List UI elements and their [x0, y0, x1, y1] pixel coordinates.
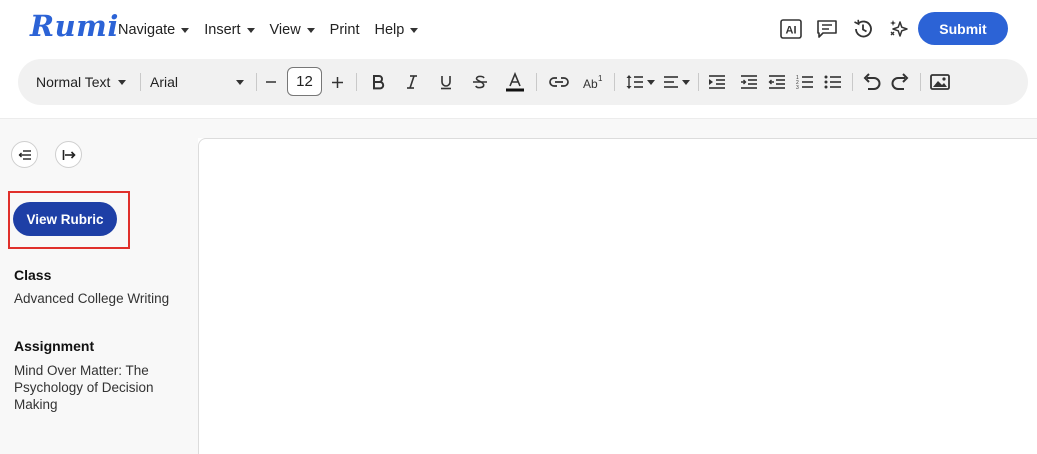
- bullet-list-icon[interactable]: [822, 59, 844, 105]
- caret-down-icon: [181, 27, 190, 33]
- text-color-icon[interactable]: [504, 59, 526, 105]
- menu-print-label: Print: [329, 22, 360, 38]
- menu-navigate[interactable]: Navigate: [118, 22, 190, 38]
- rumi-logo[interactable]: Rumi: [30, 9, 119, 43]
- class-heading: Class: [14, 267, 52, 283]
- caret-down-icon: [410, 27, 419, 33]
- caret-down-icon: [306, 27, 315, 33]
- underline-icon[interactable]: [436, 59, 456, 105]
- toolbar-divider: [852, 73, 853, 91]
- toolbar-divider: [614, 73, 615, 91]
- collapse-sidebar-icon[interactable]: [11, 141, 38, 168]
- sidebar: View Rubric Class Advanced College Writi…: [0, 119, 198, 454]
- font-family-value: Arial: [150, 74, 179, 90]
- caret-down-icon: [681, 79, 690, 85]
- caret-down-icon: [118, 79, 127, 85]
- link-icon[interactable]: [548, 59, 570, 105]
- svg-text:1: 1: [598, 74, 603, 83]
- increase-font-icon[interactable]: [328, 59, 346, 105]
- expand-panel-icon[interactable]: [55, 141, 82, 168]
- svg-text:3: 3: [796, 85, 799, 90]
- menu-print[interactable]: Print: [330, 22, 360, 38]
- document-editor[interactable]: [198, 138, 1037, 454]
- class-value: Advanced College Writing: [14, 291, 170, 306]
- font-family-select[interactable]: Arial: [150, 59, 250, 105]
- caret-down-icon: [246, 27, 255, 33]
- history-icon[interactable]: [845, 17, 881, 41]
- line-spacing-icon[interactable]: [624, 59, 656, 105]
- text-style-select[interactable]: Normal Text: [36, 59, 136, 105]
- toolbar-divider: [698, 73, 699, 91]
- indent-alt-icon[interactable]: [738, 59, 760, 105]
- svg-text:AI: AI: [786, 25, 797, 37]
- redo-icon[interactable]: [888, 59, 912, 105]
- decrease-font-icon[interactable]: [262, 59, 280, 105]
- outdent-icon[interactable]: [766, 59, 788, 105]
- toolbar-divider: [356, 73, 357, 91]
- toolbar-divider: [536, 73, 537, 91]
- ai-icon[interactable]: AI: [773, 17, 809, 41]
- assignment-value: Mind Over Matter: The Psychology of Deci…: [14, 363, 154, 412]
- caret-down-icon: [236, 79, 244, 85]
- text-style-value: Normal Text: [36, 74, 111, 90]
- top-bar: Rumi Navigate Insert View Print Help AI …: [0, 0, 1037, 56]
- superscript-icon[interactable]: Ab 1: [582, 59, 606, 105]
- submit-button[interactable]: Submit: [918, 12, 1008, 45]
- undo-icon[interactable]: [860, 59, 884, 105]
- top-icon-group: AI: [773, 17, 917, 41]
- menu-help-label: Help: [374, 22, 405, 38]
- menu-view[interactable]: View: [270, 22, 315, 38]
- editor-gutter: [198, 119, 1037, 138]
- menu-insert-label: Insert: [204, 22, 241, 38]
- italic-icon[interactable]: [402, 59, 422, 105]
- main-menu: Navigate Insert View Print Help: [118, 22, 433, 38]
- toolbar-divider: [920, 73, 921, 91]
- menu-help[interactable]: Help: [375, 22, 419, 38]
- svg-text:Ab: Ab: [583, 77, 598, 90]
- sparkle-icon[interactable]: [881, 17, 917, 41]
- view-rubric-button[interactable]: View Rubric: [13, 202, 117, 236]
- formatting-toolbar: Normal Text Arial 12 Ab 1 1 2 3: [18, 59, 1028, 105]
- align-icon[interactable]: [660, 59, 692, 105]
- menu-navigate-label: Navigate: [118, 22, 176, 38]
- toolbar-divider: [256, 73, 257, 91]
- numbered-list-icon[interactable]: 123: [794, 59, 816, 105]
- font-size-input[interactable]: 12: [287, 67, 322, 96]
- indent-icon[interactable]: [706, 59, 728, 105]
- toolbar-divider: [140, 73, 141, 91]
- caret-down-icon: [646, 79, 655, 85]
- menu-insert[interactable]: Insert: [204, 22, 255, 38]
- comment-icon[interactable]: [809, 17, 845, 41]
- menu-view-label: View: [269, 22, 301, 38]
- assignment-heading: Assignment: [14, 338, 95, 354]
- image-icon[interactable]: [928, 59, 952, 105]
- bold-icon[interactable]: [368, 59, 388, 105]
- strikethrough-icon[interactable]: [470, 59, 490, 105]
